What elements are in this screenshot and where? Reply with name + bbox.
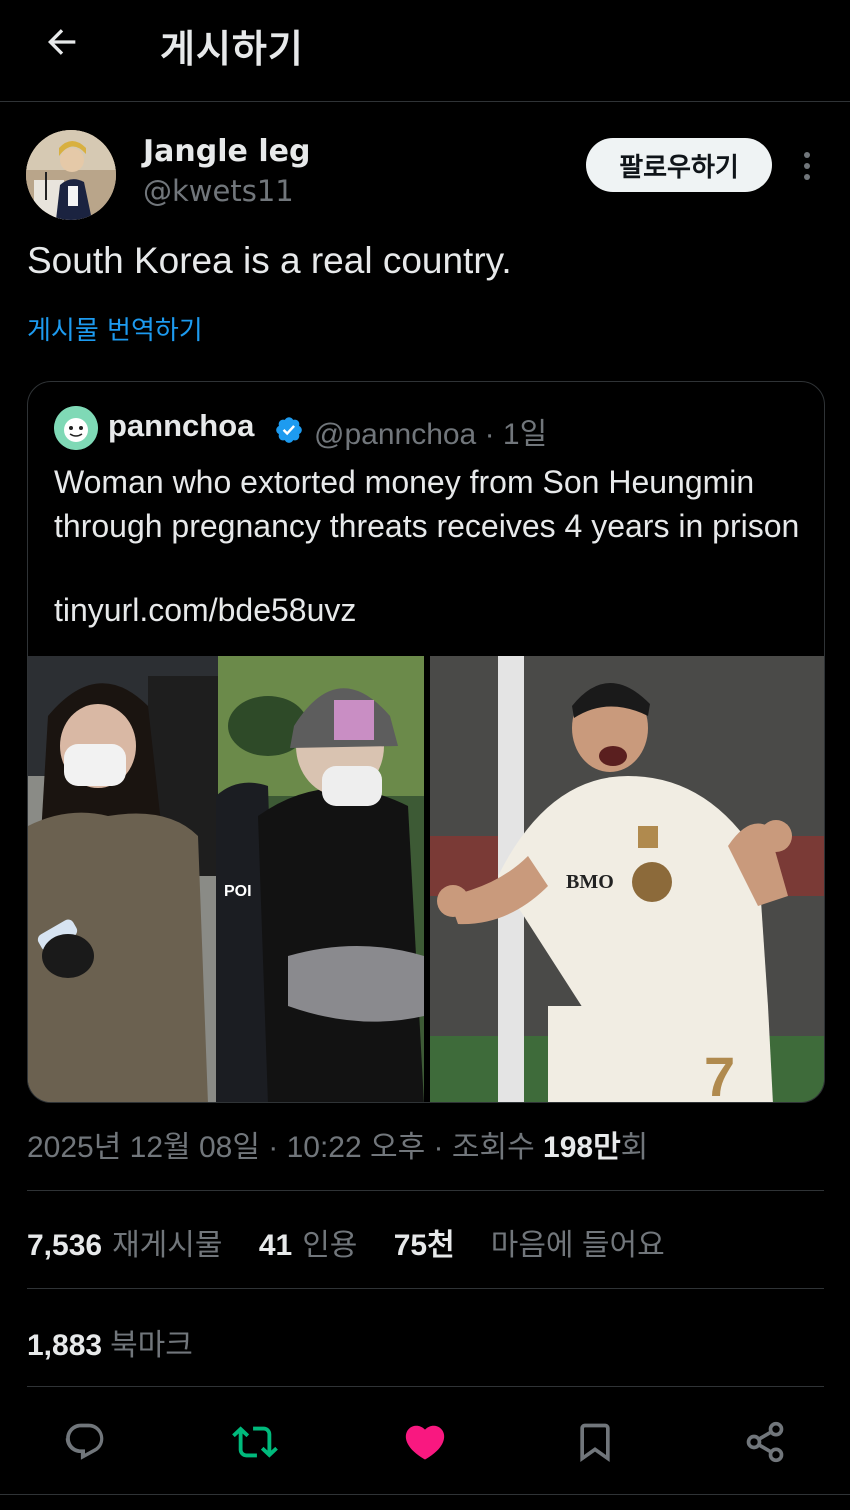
svg-text:POI: POI	[224, 883, 252, 900]
more-options-button[interactable]	[790, 146, 824, 186]
tweet-timestamp: 2025년 12월 08일 · 10:22 오후 · 조회수 198만회	[27, 1131, 649, 1164]
divider	[27, 1288, 824, 1289]
share-button[interactable]	[735, 1412, 795, 1472]
quoted-tweet-card[interactable]: pannchoa @pannchoa · 1일 Woman who extort…	[27, 381, 825, 1103]
tweet-text: South Korea is a real country.	[27, 240, 512, 281]
page-title: 게시하기	[160, 27, 304, 71]
view-count: 198만	[543, 1131, 621, 1164]
author-name[interactable]: Jangle leg	[143, 134, 310, 169]
retweet-button[interactable]	[225, 1412, 285, 1472]
author-avatar[interactable]	[26, 130, 116, 220]
share-icon	[746, 1421, 784, 1463]
like-button[interactable]	[395, 1412, 455, 1472]
photo-man: POI	[216, 656, 424, 1102]
quote-media[interactable]: POI BMO 7	[28, 656, 824, 1103]
translate-link[interactable]: 게시물 번역하기	[27, 310, 203, 347]
svg-text:BMO: BMO	[566, 871, 614, 893]
divider	[0, 1494, 850, 1495]
author-handle[interactable]: @kwets11	[143, 174, 294, 208]
verified-icon	[276, 417, 302, 443]
top-bar: 게시하기	[0, 0, 850, 102]
quote-text: Woman who extorted money from Son Heungm…	[54, 464, 800, 544]
photo-soccer-player: BMO 7	[430, 656, 824, 1103]
like-icon	[405, 1425, 445, 1460]
reply-button[interactable]	[55, 1412, 115, 1472]
quote-author-name: pannchoa	[108, 408, 255, 443]
photo-woman	[28, 656, 218, 1102]
retweet-icon	[232, 1426, 278, 1458]
engagement-stats: 7,536 재게시물 41 인용 75천 마음에 들어요	[27, 1220, 693, 1264]
reply-icon	[65, 1423, 104, 1460]
quote-link[interactable]: tinyurl.com/bde58uvz	[54, 592, 356, 629]
divider	[27, 1386, 824, 1387]
divider	[27, 1190, 824, 1191]
likes-stat[interactable]: 75천 마음에 들어요	[394, 1220, 665, 1264]
back-button[interactable]	[36, 18, 88, 66]
bookmark-icon	[580, 1423, 610, 1463]
follow-button[interactable]: 팔로우하기	[586, 138, 772, 192]
bookmark-button[interactable]	[565, 1412, 625, 1472]
bookmarks-stat[interactable]: 1,883 북마크	[27, 1320, 193, 1364]
quote-handle-time: @pannchoa · 1일	[314, 418, 548, 451]
more-vertical-icon	[804, 152, 810, 158]
action-bar	[0, 1412, 850, 1472]
quote-avatar	[54, 406, 98, 450]
quotes-stat[interactable]: 41 인용	[259, 1220, 358, 1264]
svg-text:7: 7	[704, 1045, 735, 1103]
back-arrow-icon	[48, 29, 76, 55]
retweets-stat[interactable]: 7,536 재게시물	[27, 1220, 222, 1264]
